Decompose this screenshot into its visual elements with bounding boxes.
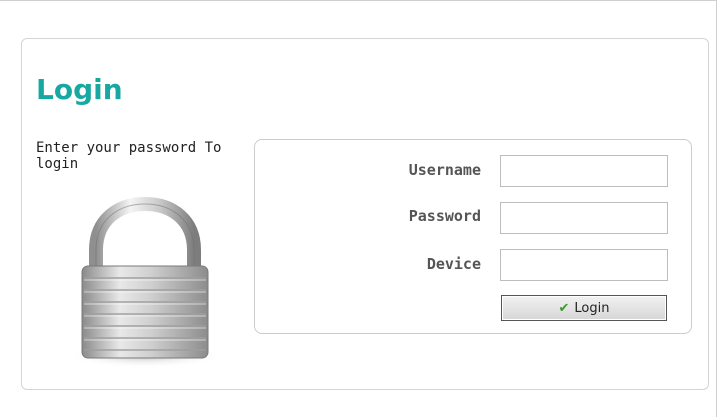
device-label: Device: [426, 255, 481, 273]
login-button-label: Login: [574, 300, 610, 316]
username-label: Username: [408, 161, 481, 179]
username-input[interactable]: [500, 155, 668, 187]
page-title: Login: [36, 73, 123, 106]
padlock-icon: [65, 196, 225, 368]
password-label: Password: [408, 207, 481, 225]
device-input[interactable]: [500, 249, 668, 281]
password-input[interactable]: [500, 202, 668, 234]
login-instructions: Enter your password To login: [36, 140, 222, 172]
checkmark-icon: ✔: [558, 300, 570, 316]
login-button[interactable]: ✔ Login: [501, 295, 667, 321]
